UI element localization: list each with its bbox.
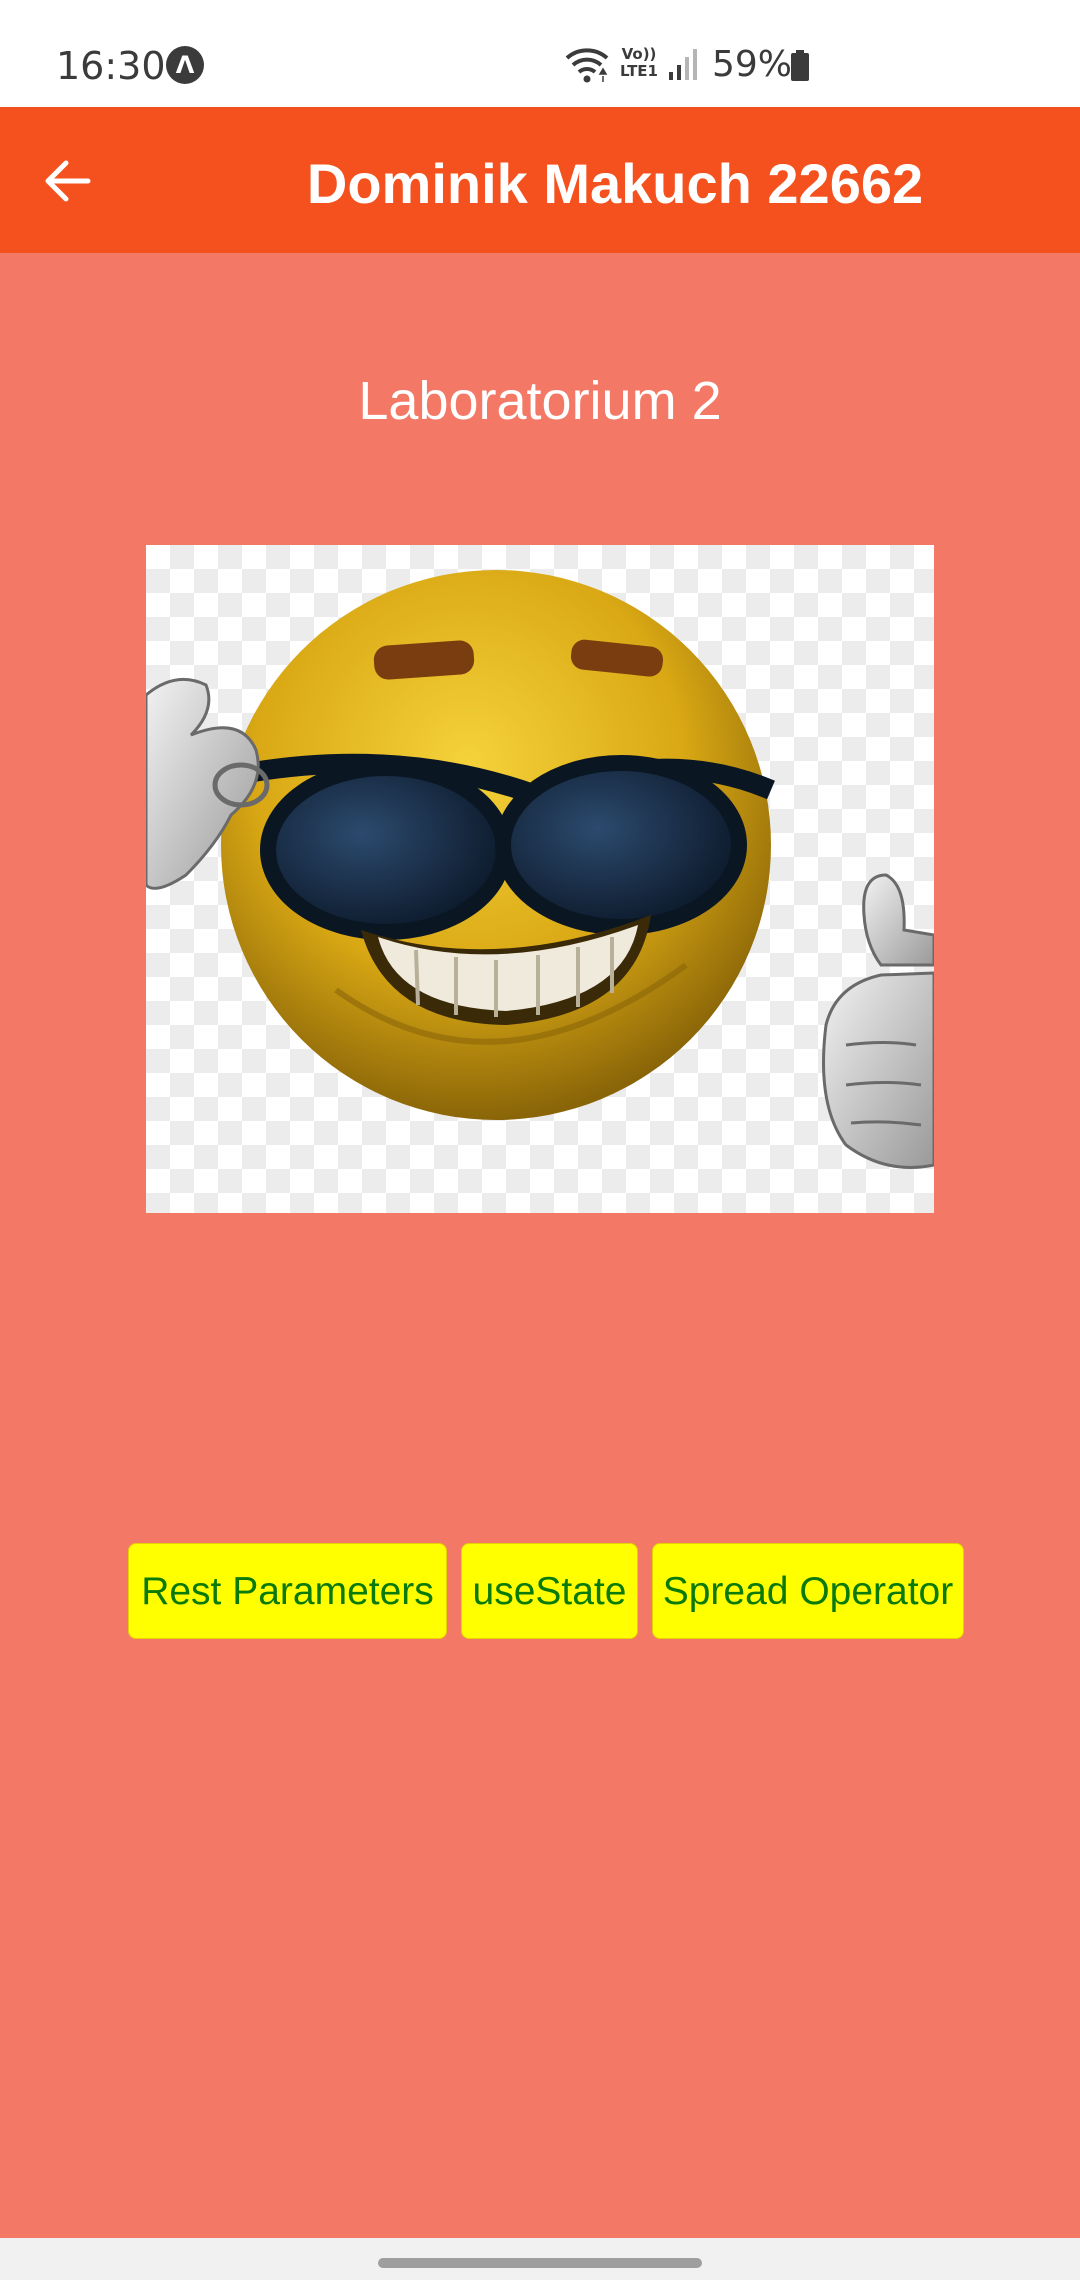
lab-heading: Laboratorium 2 bbox=[358, 371, 722, 431]
battery-icon bbox=[791, 50, 809, 81]
signal-icon bbox=[669, 49, 697, 80]
navigation-bar bbox=[0, 2238, 1080, 2280]
rest-parameters-button[interactable]: Rest Parameters bbox=[128, 1543, 447, 1639]
volte-icon: Vo)) LTE1 bbox=[620, 46, 658, 80]
cool-emoji-icon bbox=[146, 570, 934, 1169]
battery-percent: 59% bbox=[712, 44, 793, 85]
use-state-button[interactable]: useState bbox=[461, 1543, 638, 1639]
home-gesture-handle[interactable] bbox=[378, 2258, 702, 2268]
page-title: Dominik Makuch 22662 bbox=[306, 152, 924, 215]
screen: 16:30 Λ Vo)) LTE1 59% Dominik Makuch 226… bbox=[0, 0, 1080, 2280]
wifi-icon bbox=[565, 48, 609, 83]
arrow-left-icon[interactable] bbox=[36, 149, 100, 213]
volte-line1: Vo)) bbox=[621, 45, 657, 63]
meme-image bbox=[146, 545, 934, 1213]
app-notification-icon: Λ bbox=[166, 46, 204, 84]
spread-operator-button[interactable]: Spread Operator bbox=[652, 1543, 964, 1639]
status-bar: 16:30 Λ Vo)) LTE1 59% bbox=[0, 0, 1080, 107]
status-time: 16:30 bbox=[56, 44, 166, 88]
buttons-row: Rest Parameters useState Spread Operator bbox=[0, 1543, 1080, 1639]
volte-line2: LTE1 bbox=[620, 62, 658, 80]
app-bar: Dominik Makuch 22662 bbox=[0, 107, 1080, 253]
